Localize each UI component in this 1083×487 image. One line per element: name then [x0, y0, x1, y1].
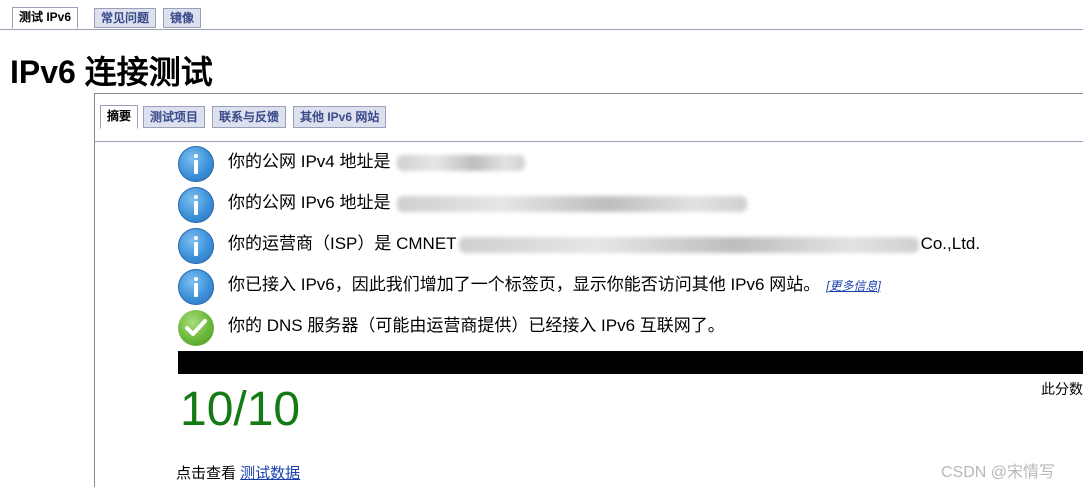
footer: 点击查看 测试数据	[176, 462, 300, 483]
page-title: IPv6 连接测试	[10, 54, 213, 90]
dns-message: 你的 DNS 服务器（可能由运营商提供）已经接入 IPv6 互联网了。	[228, 316, 725, 335]
ipv6-tab-message: 你已接入 IPv6，因此我们增加了一个标签页，显示你能否访问其他 IPv6 网站…	[228, 275, 821, 294]
tab-mirror[interactable]: 镜像	[163, 8, 202, 28]
info-icon	[178, 146, 214, 182]
check-icon	[178, 310, 214, 346]
info-icon	[178, 269, 214, 305]
score-bar	[178, 351, 1083, 374]
top-tab-bar: 测试 IPv6 常见问题 镜像	[0, 0, 1083, 30]
ipv4-label: 你的公网 IPv4 地址是	[228, 152, 396, 171]
footer-prefix: 点击查看	[176, 465, 241, 482]
score-value: 10/10	[180, 383, 301, 436]
redacted-ipv6	[397, 195, 748, 212]
tab-tests[interactable]: 测试项目	[143, 106, 206, 128]
tab-faq[interactable]: 常见问题	[94, 8, 157, 28]
redacted-isp	[458, 236, 919, 253]
tab-contact[interactable]: 联系与反馈	[212, 106, 287, 128]
watermark: CSDN @宋情写	[941, 464, 1056, 481]
sub-tab-divider	[94, 141, 1083, 142]
tab-summary[interactable]: 摘要	[100, 105, 139, 129]
score-note: 此分数	[1041, 381, 1083, 397]
tab-other-sites[interactable]: 其他 IPv6 网站	[293, 106, 387, 128]
content-frame-left	[94, 93, 95, 487]
info-icon	[178, 187, 214, 223]
tab-divider	[0, 29, 1083, 30]
isp-label: 你的运营商（ISP）是 CMNET	[228, 234, 457, 253]
isp-suffix: Co.,Ltd.	[920, 234, 981, 253]
redacted-ipv4	[397, 154, 526, 171]
info-icon	[178, 228, 214, 264]
ipv6-label: 你的公网 IPv6 地址是	[228, 193, 396, 212]
test-data-link[interactable]: 测试数据	[240, 465, 300, 482]
more-info-link[interactable]: [更多信息]	[826, 279, 881, 293]
sub-tab-bar: 摘要 测试项目 联系与反馈 其他 IPv6 网站	[94, 94, 1083, 142]
tab-test-ipv6[interactable]: 测试 IPv6	[12, 7, 79, 29]
